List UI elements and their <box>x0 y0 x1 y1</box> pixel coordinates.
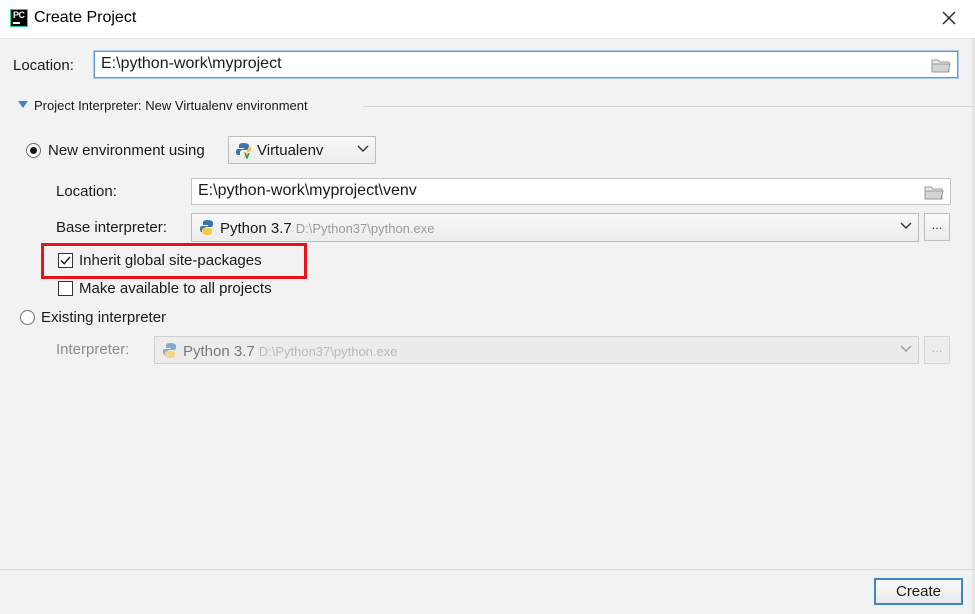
venv-location-field[interactable]: E:\python-work\myproject\venv <box>191 178 951 205</box>
existing-interpreter-label[interactable]: Existing interpreter <box>41 309 166 326</box>
title-bar: PC Create Project <box>0 0 975 39</box>
location-label: Location: <box>13 57 74 74</box>
pycharm-icon: PC <box>10 9 28 27</box>
folder-icon[interactable] <box>931 58 951 73</box>
window-title: Create Project <box>34 9 137 26</box>
new-environment-label[interactable]: New environment using <box>48 142 205 159</box>
check-icon <box>60 256 71 265</box>
inherit-global-label[interactable]: Inherit global site-packages <box>79 252 262 269</box>
virtualenv-icon <box>236 143 251 159</box>
inherit-global-checkbox[interactable] <box>58 253 73 268</box>
environment-tool-dropdown[interactable]: Virtualenv <box>228 136 376 164</box>
interpreter-browse-button[interactable]: ... <box>924 336 950 364</box>
venv-location-label: Location: <box>56 183 117 200</box>
python-icon <box>200 220 213 235</box>
chevron-down-icon <box>357 145 369 152</box>
base-interpreter-browse-button[interactable]: ... <box>924 213 950 241</box>
footer-divider <box>0 569 975 570</box>
interpreter-name: Python 3.7 <box>183 343 255 360</box>
base-interpreter-path: D:\Python37\python.exe <box>295 221 435 236</box>
base-interpreter-dropdown[interactable]: Python 3.7 D:\Python37\python.exe <box>191 213 919 242</box>
location-value: E:\python-work\myproject <box>101 55 282 72</box>
section-title: Project Interpreter: New Virtualenv envi… <box>34 98 308 113</box>
venv-location-value: E:\python-work\myproject\venv <box>198 182 417 199</box>
base-interpreter-name: Python 3.7 <box>220 220 292 237</box>
make-available-checkbox[interactable] <box>58 281 73 296</box>
new-environment-radio[interactable] <box>26 143 41 158</box>
location-field[interactable]: E:\python-work\myproject <box>94 51 958 78</box>
python-icon <box>163 343 176 358</box>
make-available-label[interactable]: Make available to all projects <box>79 280 272 297</box>
environment-tool-value: Virtualenv <box>257 142 324 159</box>
section-divider <box>363 106 975 107</box>
chevron-down-icon <box>900 345 912 352</box>
chevron-down-icon <box>900 222 912 229</box>
create-button[interactable]: Create <box>874 578 963 605</box>
folder-icon[interactable] <box>924 185 944 200</box>
interpreter-dropdown[interactable]: Python 3.7 D:\Python37\python.exe <box>154 336 919 364</box>
base-interpreter-label: Base interpreter: <box>56 219 167 236</box>
interpreter-path: D:\Python37\python.exe <box>258 344 398 359</box>
existing-interpreter-radio[interactable] <box>20 310 35 325</box>
interpreter-label: Interpreter: <box>56 341 130 358</box>
close-icon[interactable] <box>937 6 961 30</box>
expand-triangle-icon[interactable] <box>18 101 28 108</box>
